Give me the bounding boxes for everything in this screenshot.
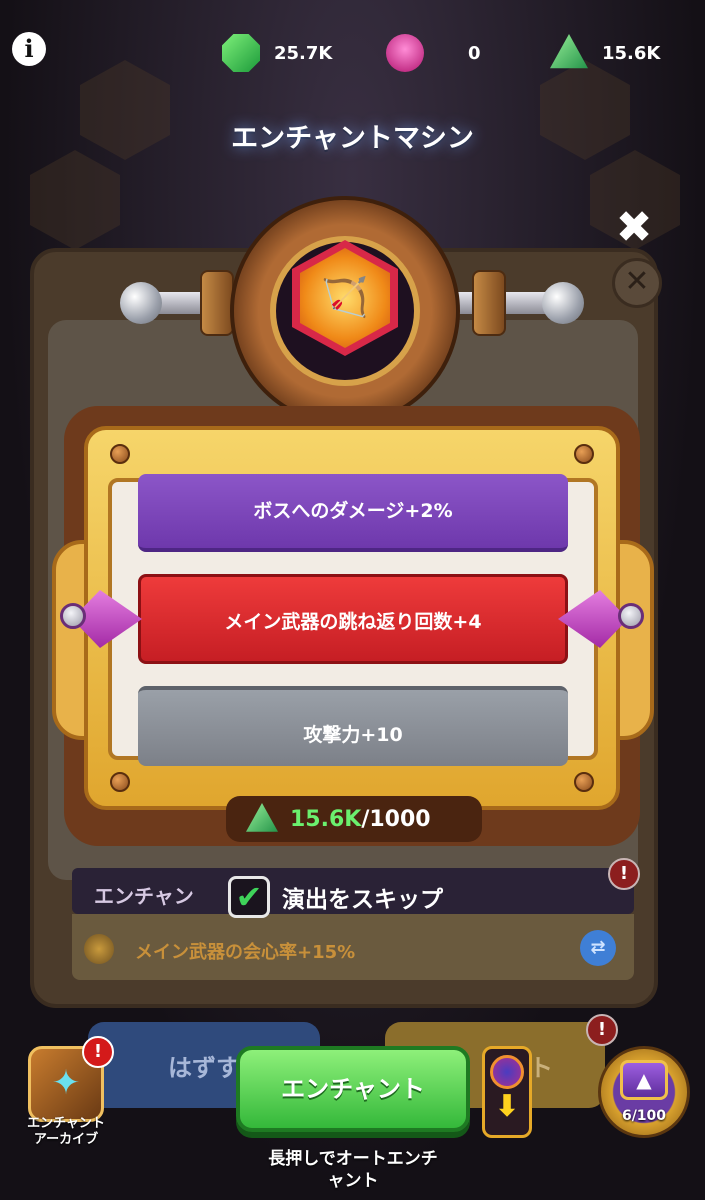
cost-need: /1000 bbox=[361, 806, 431, 832]
target-eye-icon bbox=[490, 1055, 524, 1089]
option-bottom: 攻撃力+10 bbox=[138, 686, 568, 766]
auto-enchant-button[interactable]: ⬇ bbox=[482, 1046, 532, 1138]
rivet bbox=[574, 444, 594, 464]
background-alert-icon: ! bbox=[608, 858, 640, 890]
close-icon[interactable]: ✖ bbox=[612, 206, 656, 250]
right-rod-collar bbox=[472, 270, 506, 336]
currency-green-gem[interactable]: 25.7K bbox=[222, 34, 332, 72]
left-rod-collar bbox=[200, 270, 234, 336]
rivet bbox=[110, 444, 130, 464]
archive-label-line2: アーカイブ bbox=[33, 1132, 99, 1147]
enchant-stone-icon bbox=[246, 803, 278, 832]
enchant-button[interactable]: エンチャント bbox=[236, 1046, 470, 1132]
rivet bbox=[574, 772, 594, 792]
background-alert-icon: ! bbox=[586, 1014, 618, 1046]
hint-line1: 長押しでオートエンチ bbox=[268, 1149, 438, 1169]
background-hex bbox=[30, 150, 120, 250]
pointer-pin-left bbox=[60, 603, 86, 629]
option-selected: メイン武器の跳ね返り回数+4 bbox=[138, 574, 568, 664]
cost-display: 15.6K/1000 bbox=[226, 796, 482, 842]
option-top: ボスへのダメージ+2% bbox=[138, 474, 568, 552]
chest-progress: 6/100 bbox=[621, 1108, 667, 1124]
pointer-pin-right bbox=[618, 603, 644, 629]
auto-enchant-hint: 長押しでオートエンチ ャント bbox=[224, 1148, 482, 1192]
skip-animation-toggle[interactable]: ✔ 演出をスキップ bbox=[228, 876, 443, 918]
background-swap-icon: ⇄ bbox=[580, 930, 616, 966]
currency-value: 0 bbox=[468, 42, 481, 64]
skip-label: 演出をスキップ bbox=[282, 887, 443, 913]
chest-icon: ▲ bbox=[620, 1060, 668, 1100]
info-icon[interactable]: i bbox=[12, 32, 46, 66]
page-title: エンチャントマシン bbox=[231, 123, 474, 154]
hint-line2: ャント bbox=[327, 1171, 379, 1191]
arrow-down-icon: ⬇ bbox=[494, 1089, 520, 1124]
rivet bbox=[110, 772, 130, 792]
archive-label-line1: エンチャント bbox=[27, 1116, 105, 1131]
background-row-text: メイン武器の会心率+15% bbox=[135, 942, 356, 963]
right-rod-knob bbox=[542, 282, 584, 324]
background-close-icon: ✕ bbox=[612, 258, 662, 308]
background-gem-icon bbox=[84, 934, 114, 964]
cost-have: 15.6K bbox=[290, 806, 362, 832]
green-gem-icon bbox=[222, 34, 260, 72]
currency-enchant-stone[interactable]: 15.6K bbox=[550, 34, 660, 72]
left-rod-knob bbox=[120, 282, 162, 324]
currency-value: 15.6K bbox=[602, 42, 661, 64]
pink-gem-icon bbox=[386, 34, 424, 72]
currency-pink-gem[interactable]: 0 bbox=[386, 34, 481, 72]
currency-value: 25.7K bbox=[274, 42, 333, 64]
enchant-stone-icon bbox=[550, 34, 588, 69]
bow-weapon-icon: 🏹 bbox=[321, 275, 369, 319]
skip-checkbox[interactable]: ✔ bbox=[228, 876, 270, 918]
archive-alert-icon: ! bbox=[82, 1036, 114, 1068]
